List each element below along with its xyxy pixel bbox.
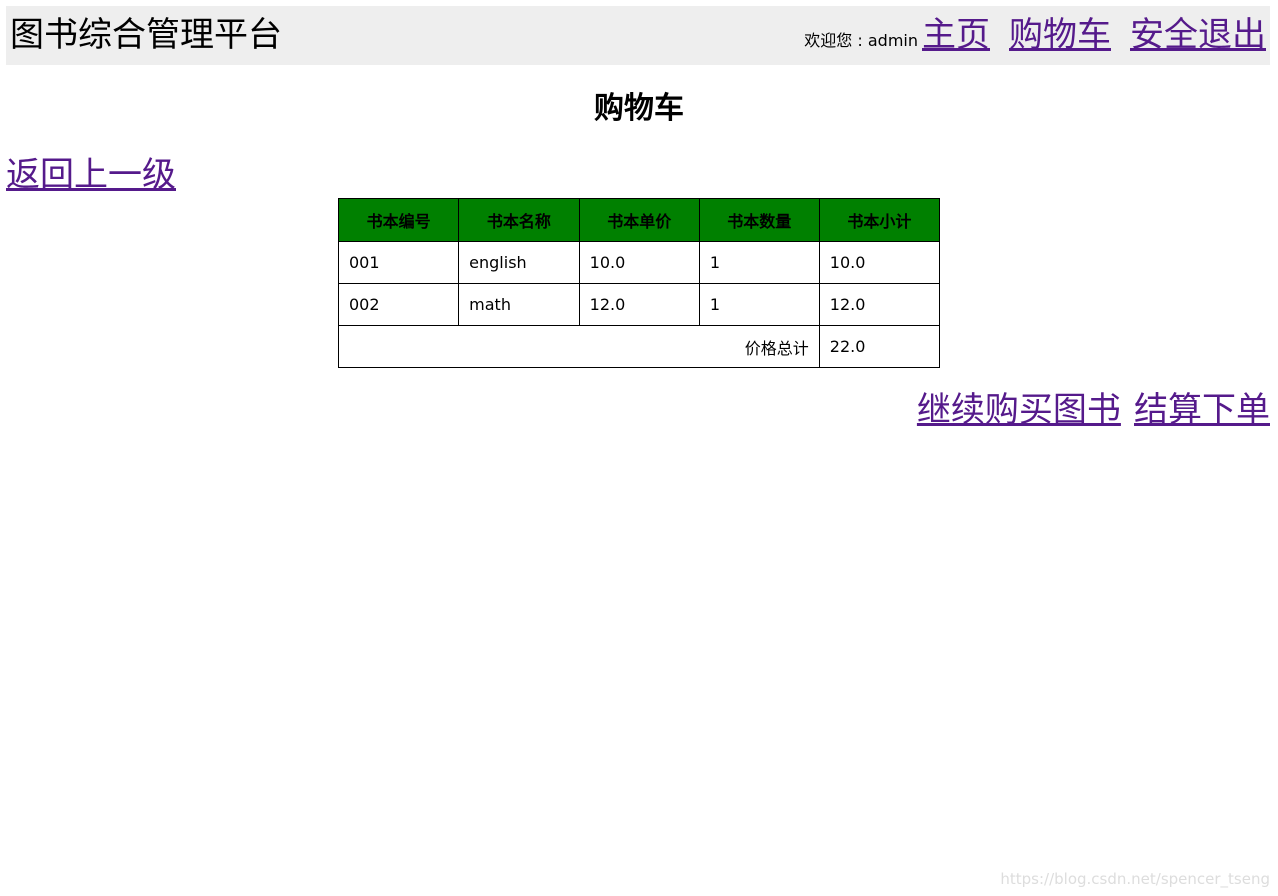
cell-subtotal: 12.0 <box>818 283 941 326</box>
back-link[interactable]: 返回上一级 <box>6 154 176 196</box>
cell-quantity: 1 <box>698 283 820 326</box>
nav-link-home[interactable]: 主页 <box>922 15 990 55</box>
cart-actions: 继续购买图书 结算下单 <box>909 389 1270 431</box>
continue-shopping-link[interactable]: 继续购买图书 <box>917 390 1121 430</box>
column-header-unit-price: 书本单价 <box>578 198 700 242</box>
total-value: 22.0 <box>818 325 941 368</box>
column-header-subtotal: 书本小计 <box>818 198 941 242</box>
cell-book-name: math <box>458 283 580 326</box>
total-row: 价格总计 22.0 <box>338 325 941 368</box>
table-row: 001 english 10.0 1 10.0 <box>337 241 941 284</box>
cart-table: 书本编号 书本名称 书本单价 书本数量 书本小计 001 english 10.… <box>337 198 941 368</box>
column-header-book-id: 书本编号 <box>337 198 460 242</box>
cell-unit-price: 12.0 <box>578 283 700 326</box>
cell-book-id: 002 <box>337 283 460 326</box>
cell-quantity: 1 <box>698 241 820 284</box>
header-nav: 欢迎您 : admin 主页 购物车 安全退出 <box>804 15 1266 55</box>
top-header: 图书综合管理平台 欢迎您 : admin 主页 购物车 安全退出 <box>6 6 1270 65</box>
watermark: https://blog.csdn.net/spencer_tseng <box>1000 870 1270 888</box>
table-row: 002 math 12.0 1 12.0 <box>337 283 941 326</box>
cell-book-id: 001 <box>337 241 460 284</box>
checkout-link[interactable]: 结算下单 <box>1134 390 1270 430</box>
cell-unit-price: 10.0 <box>578 241 700 284</box>
nav-link-logout[interactable]: 安全退出 <box>1130 15 1266 55</box>
site-title: 图书综合管理平台 <box>10 15 282 55</box>
total-label: 价格总计 <box>338 325 820 368</box>
cell-book-name: english <box>458 241 580 284</box>
page-title: 购物车 <box>594 91 684 126</box>
column-header-book-name: 书本名称 <box>458 198 580 242</box>
nav-link-cart[interactable]: 购物车 <box>1009 15 1111 55</box>
column-header-quantity: 书本数量 <box>698 198 820 242</box>
welcome-text: 欢迎您 : admin <box>804 31 918 50</box>
cell-subtotal: 10.0 <box>818 241 941 284</box>
table-header-row: 书本编号 书本名称 书本单价 书本数量 书本小计 <box>337 198 941 242</box>
